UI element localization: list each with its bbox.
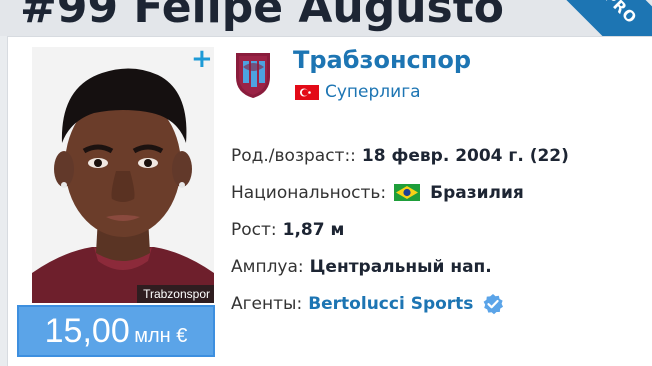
info-row-nationality: Национальность: Бразилия xyxy=(231,174,569,211)
club-name-link[interactable]: Трабзонспор xyxy=(293,46,471,74)
brazil-flag-icon xyxy=(394,184,421,201)
page-title: #99 Felipe Augusto xyxy=(20,0,504,33)
photo-caption: Trabzonspor xyxy=(137,285,214,303)
verified-badge-icon xyxy=(482,293,504,315)
agent-link[interactable]: Bertolucci Sports xyxy=(308,294,473,314)
player-photo: Trabzonspor xyxy=(32,47,214,303)
height-value: 1,87 м xyxy=(282,219,345,240)
nationality-label: Национальность: xyxy=(231,182,387,203)
info-row-position: Амплуа: Центральный нап. xyxy=(231,248,569,285)
market-value-box[interactable]: 15,00 млн € xyxy=(17,305,215,357)
position-label: Амплуа: xyxy=(231,256,304,277)
pro-ribbon[interactable]: PRO xyxy=(559,0,652,36)
nationality-value: Бразилия xyxy=(430,182,524,203)
player-portrait-image xyxy=(32,47,214,303)
agent-label: Агенты: xyxy=(231,293,303,314)
market-value-amount: 15,00 xyxy=(44,312,130,350)
market-value-unit: млн € xyxy=(134,325,188,347)
info-row-agent: Агенты: Bertolucci Sports xyxy=(231,285,569,322)
club-logo[interactable] xyxy=(234,47,272,99)
height-label: Рост: xyxy=(231,219,277,240)
add-to-watchlist-icon[interactable]: + xyxy=(191,46,213,72)
league-row: Суперлига xyxy=(295,82,421,102)
ribbon-label: PRO xyxy=(600,0,641,28)
turkey-flag-icon xyxy=(295,84,319,100)
birth-value: 18 февр. 2004 г. (22) xyxy=(361,145,569,166)
position-value: Центральный нап. xyxy=(309,256,492,277)
birth-label: Род./возраст:: xyxy=(231,145,356,166)
info-row-height: Рост: 1,87 м xyxy=(231,211,569,248)
league-name-link[interactable]: Суперлига xyxy=(325,82,421,102)
info-row-birth: Род./возраст:: 18 февр. 2004 г. (22) xyxy=(231,137,569,174)
player-info-list: Род./возраст:: 18 февр. 2004 г. (22) Нац… xyxy=(231,137,569,322)
header: #99 Felipe Augusto PRO xyxy=(0,0,652,36)
trabzonspor-crest-icon xyxy=(236,53,270,98)
